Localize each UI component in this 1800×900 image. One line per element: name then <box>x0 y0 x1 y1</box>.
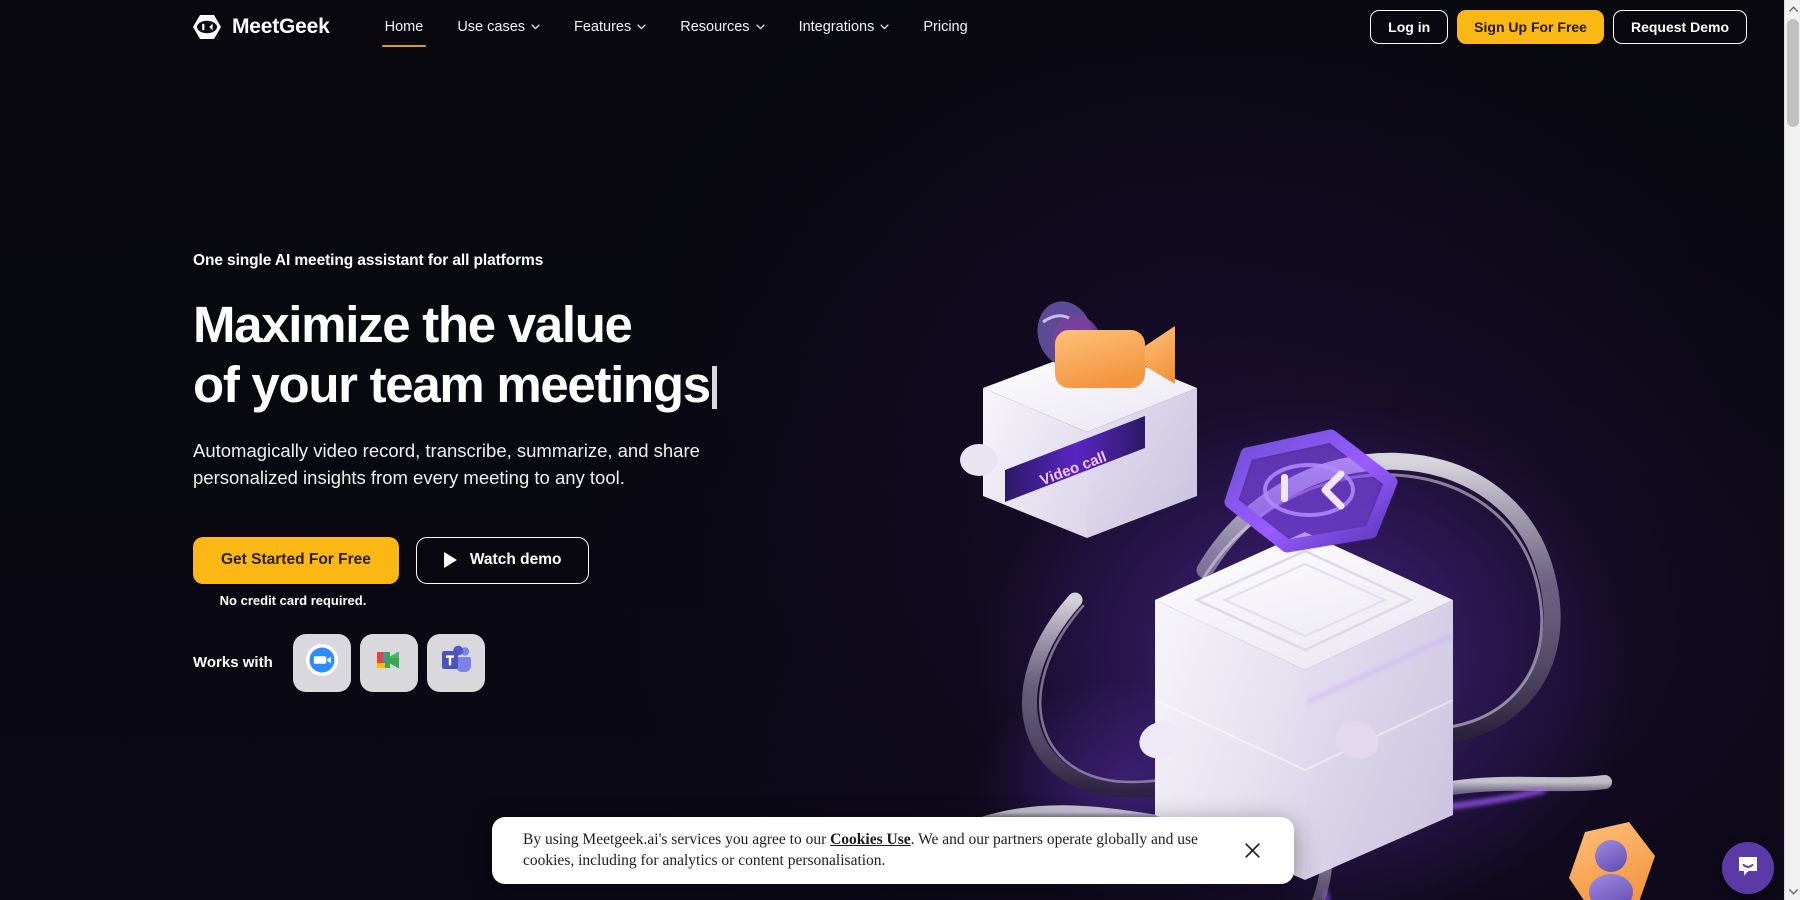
works-with-label: Works with <box>193 654 273 672</box>
integration-tiles <box>292 633 485 692</box>
page-title: Maximize the value of your team meetings <box>193 295 793 414</box>
scrollbar-thumb[interactable] <box>1787 19 1799 127</box>
brand-logo[interactable]: MeetGeek <box>192 14 330 40</box>
illus-hexagon-logo <box>1224 429 1398 553</box>
works-with-row: Works with <box>193 633 793 692</box>
nav-item-resources[interactable]: Resources <box>663 0 781 54</box>
chevron-up-icon[interactable] <box>1785 0 1800 17</box>
vertical-scrollbar[interactable] <box>1784 0 1800 900</box>
signup-button[interactable]: Sign Up For Free <box>1457 10 1604 44</box>
illus-node-label: Video call <box>1038 448 1109 489</box>
browser-viewport: MeetGeek Home Use cases Features Resourc… <box>0 0 1800 900</box>
hero-eyebrow: One single AI meeting assistant for all … <box>193 252 544 269</box>
hero-section: One single AI meeting assistant for all … <box>193 252 793 692</box>
microsoft-teams-icon <box>440 645 472 680</box>
brand-name: MeetGeek <box>232 15 330 38</box>
nav-label: Features <box>574 19 632 35</box>
google-meet-icon <box>373 646 405 679</box>
nav-item-home[interactable]: Home <box>368 0 441 54</box>
nav-label: Resources <box>680 19 750 35</box>
no-credit-card-note: No credit card required. <box>219 592 367 608</box>
nav-item-use-cases[interactable]: Use cases <box>440 0 557 54</box>
headline-line-2: of your team meetings <box>193 355 711 413</box>
cookies-use-link[interactable]: Cookies Use <box>830 831 911 848</box>
integration-tile-zoom[interactable] <box>292 633 351 692</box>
get-started-button[interactable]: Get Started For Free <box>193 536 399 584</box>
chevron-down-icon <box>755 24 765 30</box>
hero-cta-row: Get Started For Free No credit card requ… <box>193 536 793 608</box>
play-icon <box>443 552 457 569</box>
close-icon[interactable] <box>1238 836 1266 864</box>
site-header: MeetGeek Home Use cases Features Resourc… <box>0 0 1784 54</box>
nav-item-integrations[interactable]: Integrations <box>782 0 907 54</box>
typing-cursor <box>711 365 717 409</box>
header-actions: Log in Sign Up For Free Request Demo <box>1370 10 1747 44</box>
cookie-banner-text: By using Meetgeek.ai's services you agre… <box>523 829 1238 872</box>
primary-navigation: Home Use cases Features Resources Integr… <box>368 0 985 54</box>
login-button[interactable]: Log in <box>1370 10 1449 44</box>
page-canvas: MeetGeek Home Use cases Features Resourc… <box>0 0 1784 900</box>
illus-node-cxo: CxO <box>1569 822 1655 900</box>
chevron-down-icon <box>637 24 646 30</box>
hero-3d-illustration: Video call $ Sales <box>905 270 1695 900</box>
intercom-chat-bubble-icon <box>1735 853 1761 884</box>
meetgeek-hexagon-logo-icon <box>192 14 222 40</box>
zoom-icon <box>305 643 339 682</box>
cookie-text-before: By using Meetgeek.ai's services you agre… <box>523 831 831 848</box>
cookie-consent-banner: By using Meetgeek.ai's services you agre… <box>492 817 1294 884</box>
watch-demo-label: Watch demo <box>469 551 562 569</box>
headline-line-1: Maximize the value <box>193 296 633 353</box>
chevron-down-icon <box>531 24 540 30</box>
nav-label: Home <box>384 19 424 35</box>
illus-node-video-call: Video call <box>960 301 1197 538</box>
nav-label: Integrations <box>798 19 875 35</box>
chevron-down-icon[interactable] <box>1785 883 1800 900</box>
nav-item-pricing[interactable]: Pricing <box>906 0 984 54</box>
hero-subtitle: Automagically video record, transcribe, … <box>193 440 700 488</box>
intercom-chat-button[interactable] <box>1722 842 1774 894</box>
integration-tile-google-meet[interactable] <box>359 633 418 692</box>
nav-label: Use cases <box>457 19 526 35</box>
nav-item-features[interactable]: Features <box>557 0 663 54</box>
chevron-down-icon <box>880 24 889 30</box>
integration-tile-microsoft-teams[interactable] <box>426 633 485 692</box>
request-demo-button[interactable]: Request Demo <box>1612 10 1747 44</box>
watch-demo-button[interactable]: Watch demo <box>415 536 590 584</box>
nav-label: Pricing <box>923 19 968 35</box>
